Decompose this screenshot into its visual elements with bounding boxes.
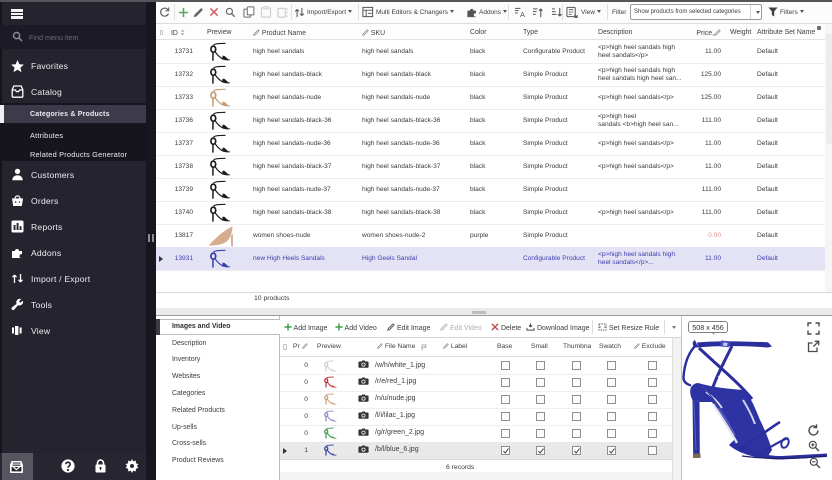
svg-text:A: A <box>520 10 525 18</box>
